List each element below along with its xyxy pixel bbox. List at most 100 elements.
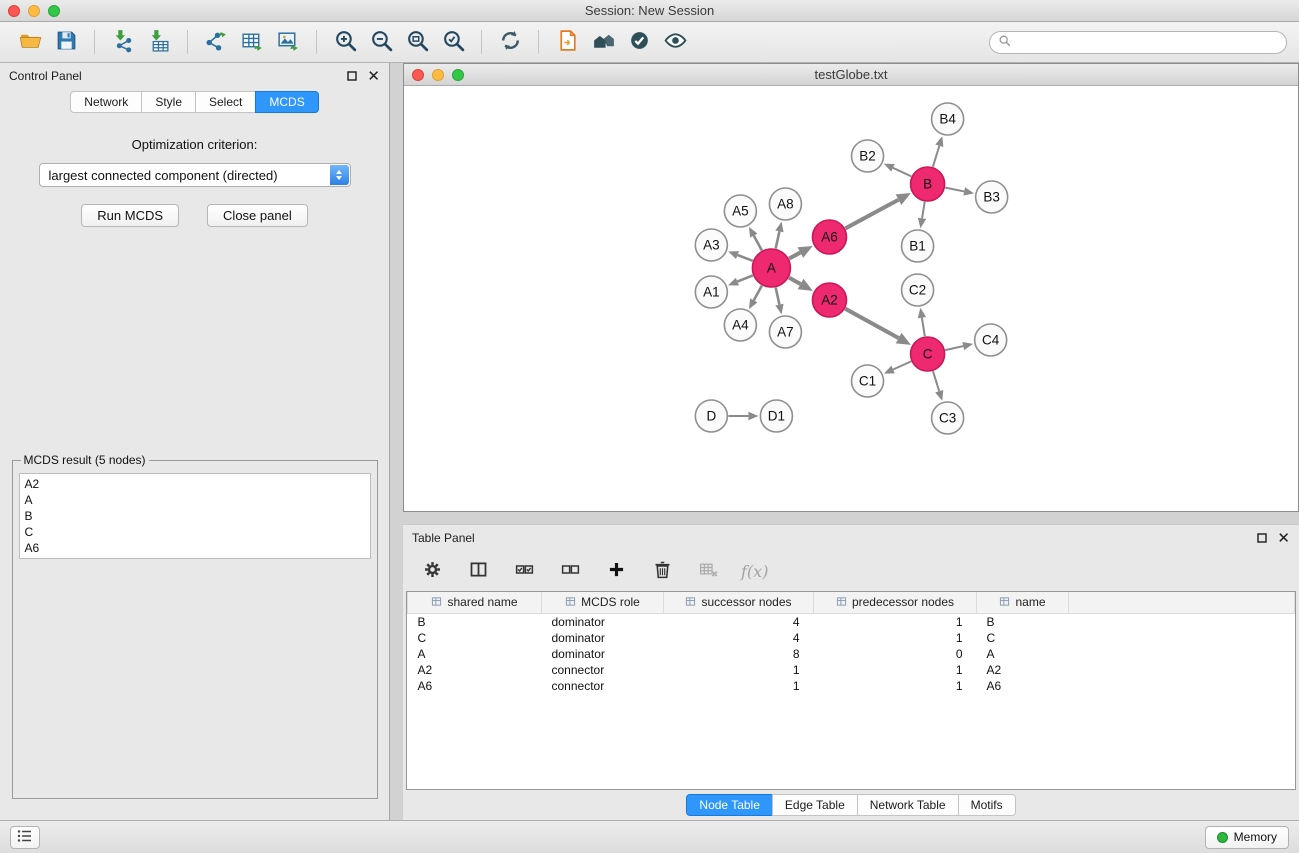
column-header-predecessor-nodes[interactable]: predecessor nodes [814,592,977,613]
mcds-result-list[interactable]: A2ABCA6 [19,473,371,559]
edge-C-C4[interactable] [945,342,973,350]
zoom-fit-button[interactable] [399,27,435,57]
edge-A-A7[interactable] [775,288,783,315]
table-cell[interactable]: C [977,630,1069,646]
table-cell[interactable]: 1 [664,662,814,678]
node-A[interactable]: A [752,249,790,287]
table-cell[interactable]: C [408,630,542,646]
tab-network[interactable]: Network [70,91,142,113]
open-session-button[interactable] [12,27,48,57]
table-cell[interactable]: connector [542,678,664,694]
table-cell[interactable]: A2 [977,662,1069,678]
edge-A-A3[interactable] [728,251,753,261]
edge-C-C2[interactable] [918,308,926,336]
table-cell[interactable]: A6 [977,678,1069,694]
edge-D-D1[interactable] [728,412,758,420]
function-builder-button[interactable]: f(x) [741,562,768,581]
table-cell[interactable]: 4 [664,630,814,646]
node-A7[interactable]: A7 [769,316,801,348]
apply-layout-button[interactable] [492,27,528,57]
add-row-button[interactable] [603,558,629,584]
zoom-network-window-button[interactable] [452,69,464,81]
tab-motifs[interactable]: Motifs [958,794,1016,816]
float-table-panel-icon[interactable] [1257,533,1267,543]
delete-row-button[interactable] [649,558,675,584]
table-row[interactable]: A2connector11A2 [408,662,1295,678]
result-item[interactable]: B [25,508,365,524]
node-A5[interactable]: A5 [724,195,756,227]
criterion-dropdown[interactable]: largest connected component (directed) [39,163,351,187]
edge-A-A2[interactable] [789,278,813,291]
table-settings-button[interactable] [419,558,445,584]
node-A8[interactable]: A8 [769,188,801,220]
table-cell[interactable]: 1 [814,613,977,630]
new-table-button[interactable] [234,27,270,57]
show-hide-button[interactable] [657,27,693,57]
zoom-in-button[interactable] [327,27,363,57]
table-row[interactable]: Bdominator41B [408,613,1295,630]
node-C3[interactable]: C3 [932,402,964,434]
deselect-all-button[interactable] [557,558,583,584]
result-item[interactable]: C [25,524,365,540]
task-history-button[interactable] [10,826,40,849]
table-cell[interactable]: 8 [664,646,814,662]
table-cell[interactable]: A [408,646,542,662]
close-table-panel-icon[interactable]: ✕ [1277,531,1290,546]
edge-B-B4[interactable] [933,136,943,167]
close-network-window-button[interactable] [412,69,424,81]
node-C4[interactable]: C4 [975,324,1007,356]
node-B4[interactable]: B4 [932,103,964,135]
float-panel-icon[interactable] [347,71,357,81]
edge-A-A4[interactable] [749,286,762,310]
minimize-network-window-button[interactable] [432,69,444,81]
zoom-out-button[interactable] [363,27,399,57]
edge-B-B1[interactable] [918,202,926,228]
edge-B-B2[interactable] [884,164,911,177]
table-row[interactable]: Adominator80A [408,646,1295,662]
edge-B-B3[interactable] [945,187,974,195]
export-image-button[interactable] [270,27,306,57]
table-cell[interactable]: B [977,613,1069,630]
edge-A2-C[interactable] [845,309,911,345]
node-D1[interactable]: D1 [760,400,792,432]
close-panel-button[interactable]: Close panel [207,204,308,227]
tab-network-table[interactable]: Network Table [857,794,959,816]
apply-style-button[interactable] [621,27,657,57]
memory-button[interactable]: Memory [1205,826,1289,849]
select-all-button[interactable] [511,558,537,584]
table-cell[interactable]: 1 [664,678,814,694]
minimize-window-button[interactable] [28,5,40,17]
node-B2[interactable]: B2 [852,140,884,172]
table-cell[interactable]: A [977,646,1069,662]
edge-C-C1[interactable] [884,361,911,373]
result-item[interactable]: A6 [25,540,365,556]
table-cell[interactable]: 0 [814,646,977,662]
table-cell[interactable]: B [408,613,542,630]
edge-A-A1[interactable] [728,275,753,285]
import-table-button[interactable] [141,27,177,57]
edge-A-A8[interactable] [775,222,783,249]
close-window-button[interactable] [8,5,20,17]
table-cell[interactable]: connector [542,662,664,678]
result-item[interactable]: A2 [25,476,365,492]
search-field[interactable] [989,31,1287,54]
node-B[interactable]: B [911,167,945,201]
delete-table-button[interactable] [695,558,721,584]
result-item[interactable]: A [25,492,365,508]
column-header-successor-nodes[interactable]: successor nodes [664,592,814,613]
column-header-shared-name[interactable]: shared name [408,592,542,613]
table-cell[interactable]: 4 [664,613,814,630]
table-cell[interactable]: dominator [542,646,664,662]
home-layout-button[interactable] [585,27,621,57]
node-A2[interactable]: A2 [812,283,846,317]
table-cell[interactable]: dominator [542,630,664,646]
node-C2[interactable]: C2 [902,274,934,306]
column-header-mcds-role[interactable]: MCDS role [542,592,664,613]
node-A6[interactable]: A6 [812,220,846,254]
import-network-button[interactable] [105,27,141,57]
node-B1[interactable]: B1 [902,230,934,262]
table-row[interactable]: A6connector11A6 [408,678,1295,694]
node-D[interactable]: D [695,400,727,432]
table-cell[interactable]: A6 [408,678,542,694]
search-input[interactable] [1016,35,1278,49]
